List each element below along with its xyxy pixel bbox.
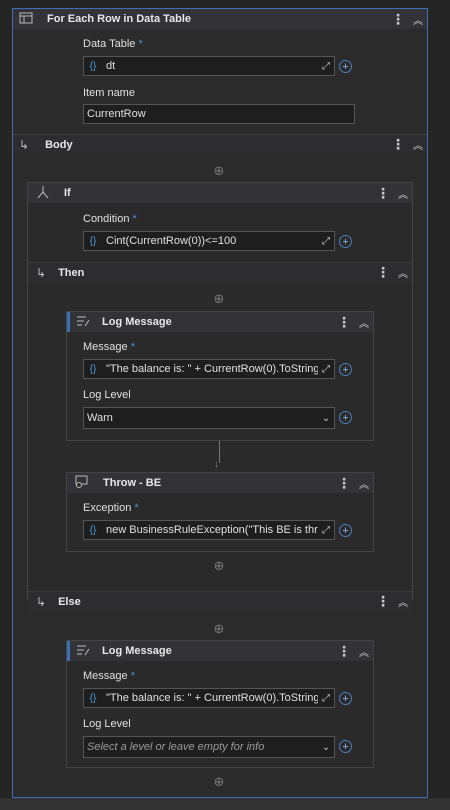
message-plus-button[interactable]: + [339, 363, 352, 376]
itemname-value: CurrentRow [87, 108, 146, 120]
then-arrow-icon: ↳ [36, 265, 47, 280]
throw-menu-icon[interactable]: ⋮ [337, 475, 351, 492]
log-message-title: Log Message [102, 316, 172, 328]
throw-collapse-icon[interactable]: ︽ [359, 476, 369, 491]
log-level-label: Log Level [83, 389, 131, 401]
if-title: If [64, 187, 71, 199]
body-title: Body [45, 138, 73, 151]
add-activity-button[interactable]: ⊕ [212, 775, 226, 789]
message-label: Message * [83, 670, 135, 682]
itemname-field[interactable]: CurrentRow [83, 104, 355, 124]
log-level-value: Warn [87, 412, 113, 424]
foreach-collapse-icon[interactable]: ︽ [413, 12, 423, 27]
body-menu-icon[interactable]: ⋮ [391, 136, 405, 153]
expression-icon: {} [89, 60, 97, 72]
message-plus-button[interactable]: + [339, 692, 352, 705]
datatable-label: Data Table * [83, 38, 143, 50]
log-level-dropdown[interactable]: Warn ⌄ [83, 407, 335, 429]
add-activity-button[interactable]: ⊕ [212, 622, 226, 636]
datatable-value: dt [106, 60, 116, 72]
if-header[interactable]: If ⋮ ︽ [28, 183, 412, 203]
expression-icon: {} [89, 363, 97, 375]
message-field[interactable]: {} "The balance is: " + CurrentRow(0).To… [83, 688, 335, 708]
foreach-menu-icon[interactable]: ⋮ [391, 11, 405, 28]
log-message-collapse-icon[interactable]: ︽ [359, 644, 369, 659]
log-message-title: Log Message [102, 645, 172, 657]
log-message-header[interactable]: Log Message ⋮ ︽ [67, 641, 373, 661]
foreach-header[interactable]: For Each Row in Data Table ⋮ ︽ [13, 9, 427, 29]
bottom-scrollbar[interactable] [0, 798, 450, 810]
add-activity-button[interactable]: ⊕ [212, 292, 226, 306]
expression-icon: {} [89, 235, 97, 247]
log-message-collapse-icon[interactable]: ︽ [359, 315, 369, 330]
connector-line [219, 441, 220, 463]
expand-icon[interactable]: ⤢ [318, 61, 334, 72]
log-level-plus-button[interactable]: + [339, 411, 352, 424]
message-field[interactable]: {} "The balance is: " + CurrentRow(0).To… [83, 359, 335, 379]
expand-icon[interactable]: ⤢ [318, 236, 334, 247]
expand-icon[interactable]: ⤢ [318, 364, 334, 375]
log-message-menu-icon[interactable]: ⋮ [337, 643, 351, 660]
message-value: "The balance is: " + CurrentRow(0).ToStr… [106, 692, 318, 704]
else-collapse-icon[interactable]: ︽ [398, 594, 408, 609]
chevron-down-icon: ⌄ [321, 741, 331, 753]
throw-icon [75, 475, 89, 491]
log-level-label: Log Level [83, 718, 131, 730]
else-header[interactable]: ↳ Else ⋮ ︽ [28, 591, 412, 611]
expression-icon: {} [89, 524, 97, 536]
throw-header[interactable]: Throw - BE ⋮ ︽ [67, 473, 373, 493]
then-title: Then [58, 266, 85, 279]
chevron-down-icon: ⌄ [321, 412, 331, 424]
then-collapse-icon[interactable]: ︽ [398, 265, 408, 280]
message-label: Message * [83, 341, 135, 353]
if-collapse-icon[interactable]: ︽ [398, 186, 408, 201]
if-menu-icon[interactable]: ⋮ [376, 185, 390, 202]
if-branch-icon [36, 185, 50, 202]
condition-plus-button[interactable]: + [339, 235, 352, 248]
expand-icon[interactable]: ⤢ [318, 525, 334, 536]
datatable-plus-button[interactable]: + [339, 60, 352, 73]
exception-field[interactable]: {} new BusinessRuleException("This BE is… [83, 520, 335, 540]
add-activity-button[interactable]: ⊕ [212, 559, 226, 573]
log-level-plus-button[interactable]: + [339, 740, 352, 753]
condition-value: Cint(CurrentRow(0))<=100 [106, 235, 237, 247]
throw-title: Throw - BE [103, 477, 162, 489]
else-menu-icon[interactable]: ⋮ [376, 593, 390, 610]
add-activity-button[interactable]: ⊕ [212, 164, 226, 178]
log-message-icon [76, 315, 90, 330]
then-header[interactable]: ↳ Then ⋮ ︽ [28, 262, 412, 282]
log-message-header[interactable]: Log Message ⋮ ︽ [67, 312, 373, 332]
condition-label: Condition * [83, 213, 137, 225]
message-value: "The balance is: " + CurrentRow(0).ToStr… [106, 363, 318, 375]
expand-icon[interactable]: ⤢ [318, 693, 334, 704]
datatable-icon [19, 12, 41, 27]
body-collapse-icon[interactable]: ︽ [413, 137, 423, 152]
exception-value: new BusinessRuleException("This BE is th… [106, 524, 318, 536]
log-level-placeholder: Select a level or leave empty for info [87, 741, 265, 753]
else-arrow-icon: ↳ [36, 594, 47, 609]
exception-label: Exception * [83, 502, 139, 514]
log-message-menu-icon[interactable]: ⋮ [337, 314, 351, 331]
body-header[interactable]: ↳ Body ⋮ ︽ [13, 134, 427, 154]
condition-field[interactable]: {} Cint(CurrentRow(0))<=100 ⤢ [83, 231, 335, 251]
log-level-dropdown[interactable]: Select a level or leave empty for info ⌄ [83, 736, 335, 758]
log-message-icon [76, 644, 90, 659]
connector-arrow-icon: ↓ [214, 459, 219, 470]
expression-icon: {} [89, 692, 97, 704]
datatable-field[interactable]: {} dt ⤢ [83, 56, 335, 76]
foreach-title: For Each Row in Data Table [47, 13, 192, 25]
exception-plus-button[interactable]: + [339, 524, 352, 537]
then-menu-icon[interactable]: ⋮ [376, 264, 390, 281]
else-title: Else [58, 595, 81, 608]
body-arrow-icon: ↳ [19, 137, 30, 152]
itemname-label: Item name [83, 87, 135, 99]
